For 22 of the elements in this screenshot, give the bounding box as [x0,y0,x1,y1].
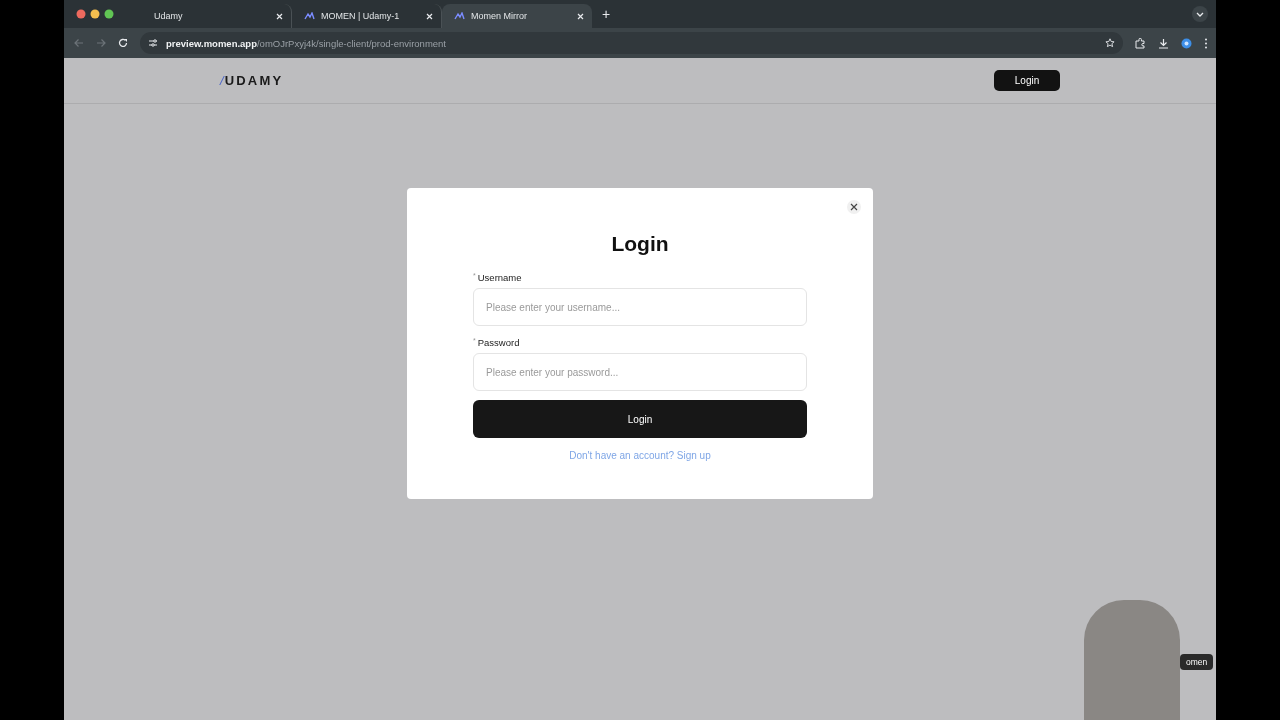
extension-badge-icon[interactable] [1181,37,1192,49]
download-icon[interactable] [1158,37,1169,49]
close-icon[interactable] [577,12,584,20]
browser-tab[interactable]: Momen Mirror [442,4,592,28]
close-icon[interactable] [276,12,283,20]
dialog-title: Login [611,232,669,256]
puzzle-piece-icon[interactable] [1135,37,1146,49]
site-logo[interactable]: /UDAMY [220,73,284,88]
input-field[interactable]: Please enter your username... [473,288,807,326]
new-tab-button[interactable]: + [598,6,615,22]
site-settings-icon[interactable] [148,38,158,48]
more-menu-icon[interactable] [1204,37,1208,49]
star-icon[interactable] [1105,38,1115,48]
reload-icon[interactable] [118,38,128,48]
name-tag: omen [1180,654,1214,670]
input-field[interactable]: Please enter your password... [473,353,807,391]
login-button[interactable]: Login [994,70,1060,91]
window-controls-icon[interactable] [76,9,114,19]
login-submit-button[interactable]: Login [473,400,807,438]
close-icon[interactable] [426,12,433,20]
chevron-down-icon[interactable] [1192,6,1208,22]
close-icon[interactable] [847,200,861,214]
